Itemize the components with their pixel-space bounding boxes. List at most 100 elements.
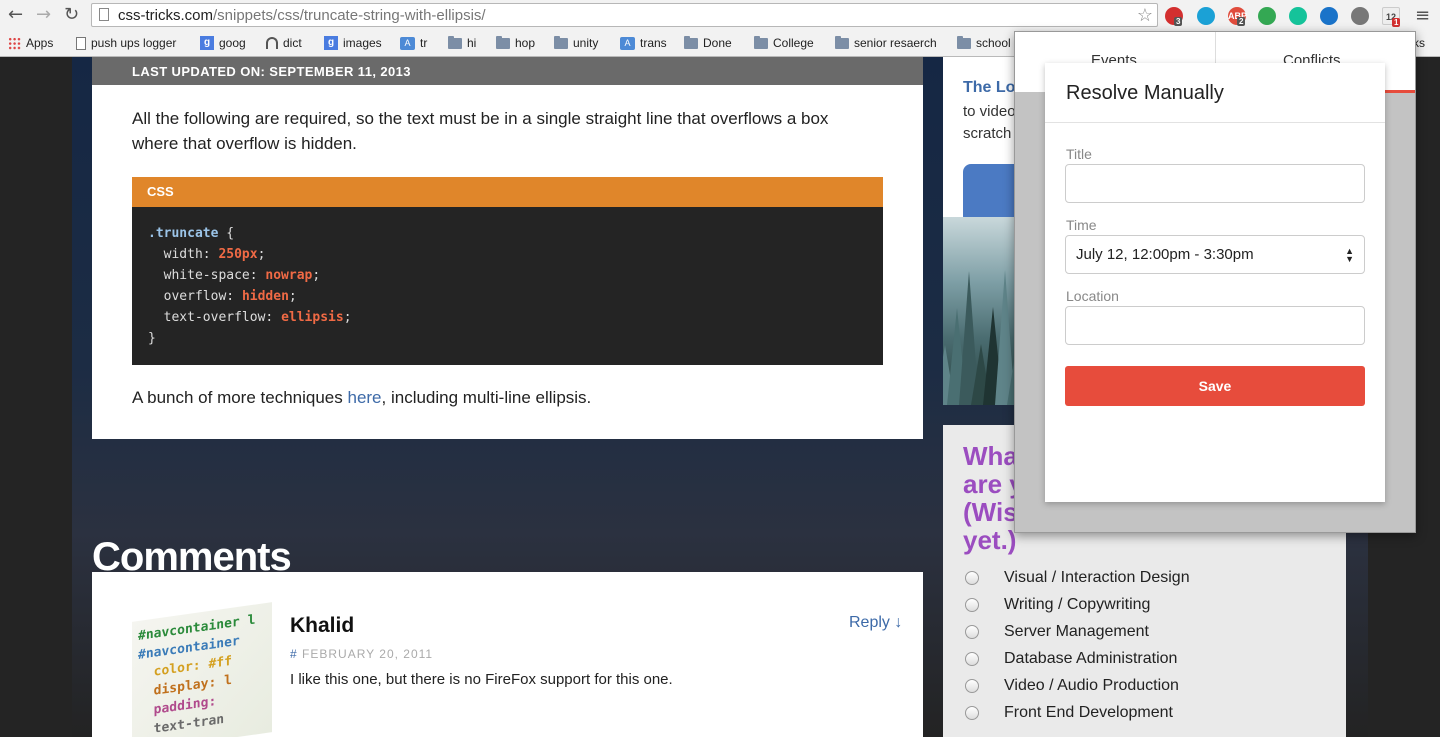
comment-date: # FEBRUARY 20, 2011 xyxy=(290,647,434,661)
code-colon: : xyxy=(265,310,282,325)
bookmark-item[interactable]: Apps xyxy=(8,36,53,50)
reply-link[interactable]: Reply ↓ xyxy=(849,614,902,632)
bookmark-item[interactable]: push ups logger xyxy=(76,36,176,50)
bookmark-label: tr xyxy=(420,36,428,50)
bookmark-item[interactable]: Done xyxy=(684,35,732,50)
code-colon: : xyxy=(202,247,219,262)
time-select-value: July 12, 12:00pm - 3:30pm xyxy=(1076,246,1254,263)
bookmark-label: goog xyxy=(219,36,246,50)
folder-icon xyxy=(957,35,971,49)
back-arrow-icon[interactable]: ← xyxy=(8,5,23,25)
radio-button[interactable] xyxy=(965,571,979,585)
poll-option-label: Writing / Copywriting xyxy=(1004,596,1151,613)
comment-author: Khalid xyxy=(290,614,355,637)
poll-option-label: Front End Development xyxy=(1004,704,1173,721)
permalink-hash[interactable]: # xyxy=(290,647,298,661)
here-link[interactable]: here xyxy=(347,388,381,407)
apps-icon xyxy=(8,36,21,50)
y-icon[interactable] xyxy=(1320,7,1338,25)
poll-option-label: Video / Audio Production xyxy=(1004,677,1179,694)
code-brace: } xyxy=(148,331,156,346)
code-selector: .truncate xyxy=(148,226,219,241)
bookmark-item[interactable]: unity xyxy=(554,35,598,50)
poll-option[interactable]: Video / Audio Production xyxy=(965,677,1179,695)
bookmark-item[interactable]: senior resaerch xyxy=(835,35,937,50)
dialog-title: Resolve Manually xyxy=(1066,82,1224,104)
bookmark-label: College xyxy=(773,36,814,50)
reload-icon[interactable]: ↻ xyxy=(64,5,79,25)
poll-option[interactable]: Visual / Interaction Design xyxy=(965,569,1190,587)
code-semicolon: ; xyxy=(288,289,297,304)
code-semicolon: ; xyxy=(343,310,352,325)
poll-option-label: Server Management xyxy=(1004,623,1149,640)
forward-arrow-icon[interactable]: → xyxy=(36,5,51,25)
radio-button[interactable] xyxy=(965,706,979,720)
grammarly-icon[interactable] xyxy=(1289,7,1307,25)
bookmark-label: trans xyxy=(640,36,667,50)
time-label: Time xyxy=(1066,217,1097,233)
save-button[interactable]: Save xyxy=(1065,366,1365,406)
bookmark-item[interactable]: g images xyxy=(324,36,382,50)
bookmark-item[interactable]: hop xyxy=(496,35,536,50)
code-value: nowrap xyxy=(265,268,313,283)
bookmark-item[interactable]: hi xyxy=(448,35,476,50)
code-value: hidden xyxy=(241,289,289,304)
title-label: Title xyxy=(1066,146,1092,162)
folder-icon xyxy=(754,35,768,49)
sidebar-promo-text: to video scratch xyxy=(963,103,1016,142)
last-updated-bar: LAST UPDATED ON: SEPTEMBER 11, 2013 xyxy=(92,57,923,85)
extension-badge: 2 xyxy=(1237,17,1246,26)
eye-icon[interactable] xyxy=(1197,7,1215,25)
puzzle-icon[interactable] xyxy=(1351,7,1369,25)
location-input[interactable] xyxy=(1065,306,1365,345)
bookmark-label: school xyxy=(976,36,1011,50)
address-bar[interactable]: css-tricks.com/snippets/css/truncate-str… xyxy=(91,3,1158,27)
bookmark-item[interactable]: Atrans xyxy=(620,36,667,50)
folder-icon xyxy=(496,35,510,49)
poll-option[interactable]: Server Management xyxy=(965,623,1149,641)
bookmark-label: Done xyxy=(703,36,732,50)
drive-icon[interactable] xyxy=(1258,7,1276,25)
poll-option[interactable]: Front End Development xyxy=(965,704,1173,722)
article-intro: All the following are required, so the t… xyxy=(132,109,829,153)
translate-icon: A xyxy=(400,36,415,50)
radio-button[interactable] xyxy=(965,598,979,612)
title-input[interactable] xyxy=(1065,164,1365,203)
dialog-divider xyxy=(1045,122,1385,123)
radio-button[interactable] xyxy=(965,652,979,666)
bookmark-item[interactable]: school xyxy=(957,35,1011,50)
google-icon: g xyxy=(200,36,214,50)
code-value: 250px xyxy=(218,247,258,262)
bookmark-item[interactable]: g goog xyxy=(200,36,246,50)
google-icon: g xyxy=(324,36,338,50)
code-brace: { xyxy=(226,226,235,241)
location-label: Location xyxy=(1066,288,1119,304)
code-value: ellipsis xyxy=(281,310,344,325)
poll-option-label: Database Administration xyxy=(1004,650,1178,667)
poll-option[interactable]: Database Administration xyxy=(965,650,1177,668)
code-property: white-space xyxy=(148,268,250,283)
bookmark-label: hop xyxy=(515,36,536,50)
code-content: .truncate { width: 250px; white-space: n… xyxy=(132,207,883,349)
extension-badge: 3 xyxy=(1174,17,1183,26)
folder-icon xyxy=(835,35,849,49)
more-techniques: A bunch of more techniques here, includi… xyxy=(132,388,592,407)
menu-icon[interactable]: ≡ xyxy=(1415,6,1430,26)
poll-option-label: Visual / Interaction Design xyxy=(1004,569,1190,586)
poll-option[interactable]: Writing / Copywriting xyxy=(965,596,1150,614)
radio-button[interactable] xyxy=(965,679,979,693)
radio-button[interactable] xyxy=(965,625,979,639)
bookmark-item[interactable]: dict xyxy=(266,36,302,50)
bookmark-item[interactable]: Atr xyxy=(400,36,427,50)
adblock-icon[interactable]: ABP 2 xyxy=(1228,7,1247,26)
article-card: All the following are required, so the t… xyxy=(92,85,923,439)
bookmark-star-icon[interactable]: ☆ xyxy=(1137,5,1153,25)
bookmark-item[interactable]: College xyxy=(754,35,814,50)
stop-icon[interactable]: 3 xyxy=(1165,7,1183,26)
time-select[interactable]: July 12, 12:00pm - 3:30pm ▲ ▼ xyxy=(1065,235,1365,274)
calendar-icon[interactable]: 12 1 xyxy=(1382,7,1401,27)
bookmark-label: push ups logger xyxy=(91,36,177,50)
code-colon: : xyxy=(249,268,266,283)
sidebar-promo-link[interactable]: The Lo xyxy=(963,79,1015,97)
translate-icon: A xyxy=(620,36,635,50)
